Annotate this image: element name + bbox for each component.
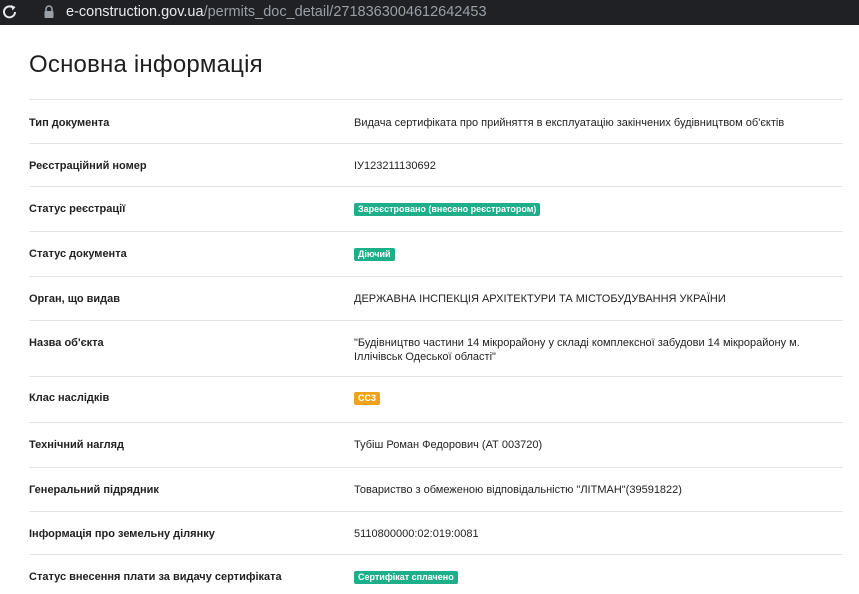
status-badge: Зареєстровано (внесено реєстратором) [354,203,541,216]
row-label: Статус реєстрації [29,203,126,215]
class-badge: СС3 [354,392,381,405]
row-value: "Будівництво частини 14 мікрорайону у ск… [354,337,800,363]
row-technical-supervision: Технічний нагляд Тубіш Роман Федорович (… [29,422,843,467]
row-registration-number: Реєстраційний номер ІУ123211130692 [29,143,843,186]
url-host: e-construction.gov.ua [66,4,204,20]
row-label: Статус документа [29,248,127,260]
row-value: 5110800000:02:019:0081 [354,528,479,540]
status-badge: Діючий [354,248,395,261]
row-land-plot-info: Інформація про земельну ділянку 51108000… [29,511,843,554]
reload-icon[interactable] [2,3,18,21]
url-field[interactable]: e-construction.gov.ua/permits_doc_detail… [66,4,487,20]
row-label: Генеральний підрядник [29,484,159,496]
row-payment-status: Статус внесення плати за видачу сертифік… [29,554,843,594]
row-label: Назва об'єкта [29,337,104,349]
row-registration-status: Статус реєстрації Зареєстровано (внесено… [29,186,843,231]
row-value: ІУ123211130692 [354,160,436,172]
row-document-type: Тип документа Видача сертифіката про при… [29,99,843,143]
row-label: Технічний нагляд [29,439,125,451]
row-label: Орган, що видав [29,293,121,305]
row-label: Реєстраційний номер [29,160,147,172]
row-consequence-class: Клас наслідків СС3 [29,376,843,422]
browser-address-bar: e-construction.gov.ua/permits_doc_detail… [0,0,859,25]
page-title: Основна інформація [29,51,263,78]
payment-badge: Сертифікат сплачено [354,571,458,584]
row-value: Тубіш Роман Федорович (АТ 003720) [354,439,543,451]
row-value: Видача сертифіката про прийняття в експл… [354,117,785,129]
row-issuing-authority: Орган, що видав ДЕРЖАВНА ІНСПЕКЦІЯ АРХІТ… [29,276,843,320]
row-value: ДЕРЖАВНА ІНСПЕКЦІЯ АРХІТЕКТУРИ ТА МІСТОБ… [354,293,726,305]
row-document-status: Статус документа Діючий [29,231,843,276]
row-label: Інформація про земельну ділянку [29,528,215,540]
row-label: Тип документа [29,117,110,129]
row-object-name: Назва об'єкта "Будівництво частини 14 мі… [29,320,843,376]
url-path: /permits_doc_detail/2718363004612642453 [203,4,487,20]
row-label: Клас наслідків [29,392,110,404]
row-value: Товариство з обмеженою відповідальністю … [354,484,682,496]
row-label: Статус внесення плати за видачу сертифік… [29,571,282,583]
lock-icon[interactable] [42,4,56,20]
row-general-contractor: Генеральний підрядник Товариство з обмеж… [29,467,843,511]
